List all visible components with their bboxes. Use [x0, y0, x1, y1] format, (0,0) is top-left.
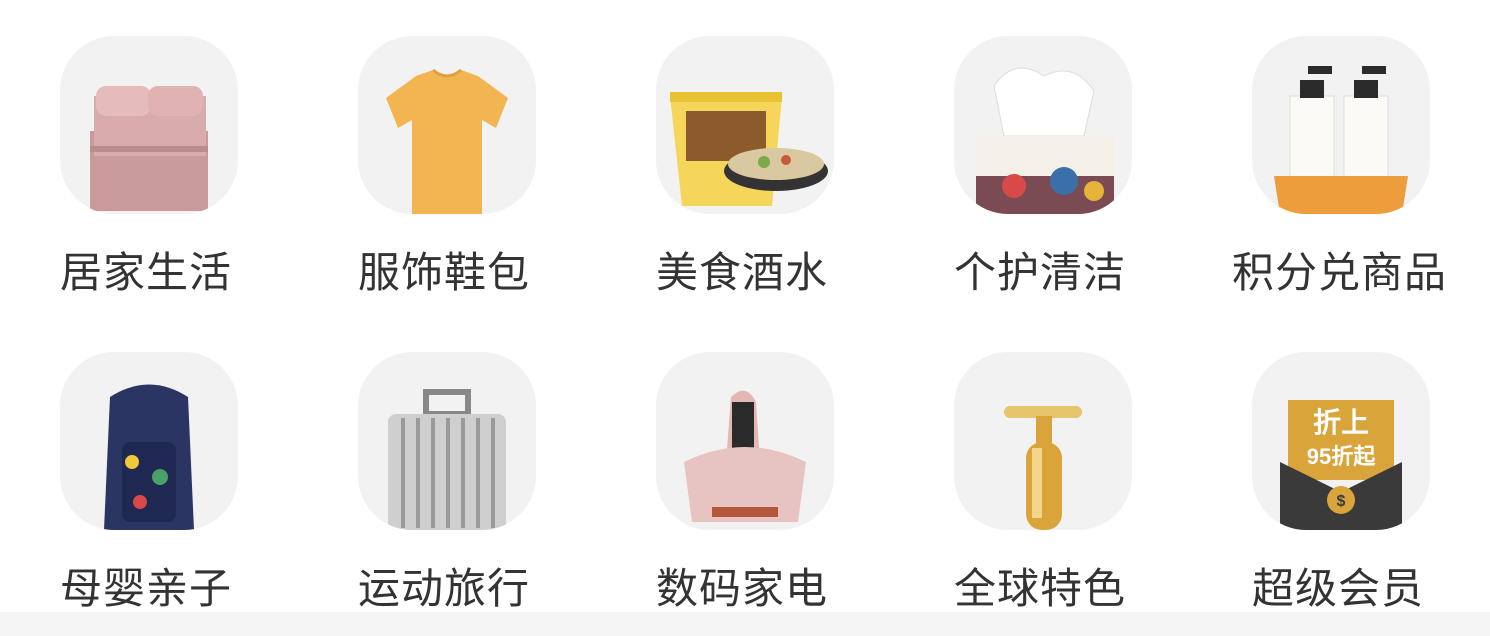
category-digital-appliances[interactable]: 数码家电 — [596, 316, 836, 613]
category-super-member[interactable]: 折上 95折起 $ 超级会员 — [1192, 316, 1432, 613]
category-tile — [358, 36, 536, 214]
bedding-icon — [90, 86, 208, 211]
category-tile — [1252, 36, 1430, 214]
category-label: 超级会员 — [1252, 564, 1425, 613]
lotion-bottles-icon — [1274, 66, 1408, 214]
category-tile — [954, 352, 1132, 530]
mite-vacuum-icon — [684, 390, 806, 522]
member-envelope-icon: 折上 95折起 $ — [1280, 400, 1402, 530]
backpack-icon — [104, 384, 194, 530]
category-mother-baby[interactable]: 母婴亲子 — [0, 316, 240, 613]
category-home-living[interactable]: 居家生活 — [0, 0, 240, 297]
category-grid: 居家生活 服饰鞋包 美食酒水 个护清洁 积分兑商品 母婴亲子 运动旅行 数码家电… — [0, 0, 1490, 620]
category-personal-care[interactable]: 个护清洁 — [894, 0, 1134, 297]
category-tile — [656, 36, 834, 214]
category-apparel[interactable]: 服饰鞋包 — [298, 0, 538, 297]
category-sports-travel[interactable]: 运动旅行 — [298, 316, 538, 613]
category-tile — [358, 352, 536, 530]
category-tile: 折上 95折起 $ — [1252, 352, 1430, 530]
member-badge-line2: 95折起 — [1307, 444, 1376, 469]
tshirt-icon — [386, 68, 508, 214]
category-global-specialty[interactable]: 全球特色 — [894, 316, 1134, 613]
member-badge-line1: 折上 — [1313, 407, 1369, 438]
svg-text:$: $ — [1337, 493, 1346, 510]
noodle-bowl-icon — [670, 92, 828, 206]
category-tile — [60, 36, 238, 214]
suitcase-icon — [388, 389, 506, 530]
category-food-drinks[interactable]: 美食酒水 — [596, 0, 836, 297]
beauty-bar-icon — [1004, 406, 1082, 530]
category-points-redeem[interactable]: 积分兑商品 — [1192, 0, 1446, 297]
category-tile — [60, 352, 238, 530]
tissue-box-icon — [976, 67, 1114, 214]
category-tile — [954, 36, 1132, 214]
category-label: 积分兑商品 — [1232, 248, 1448, 297]
bottom-divider — [0, 612, 1490, 636]
category-tile — [656, 352, 834, 530]
